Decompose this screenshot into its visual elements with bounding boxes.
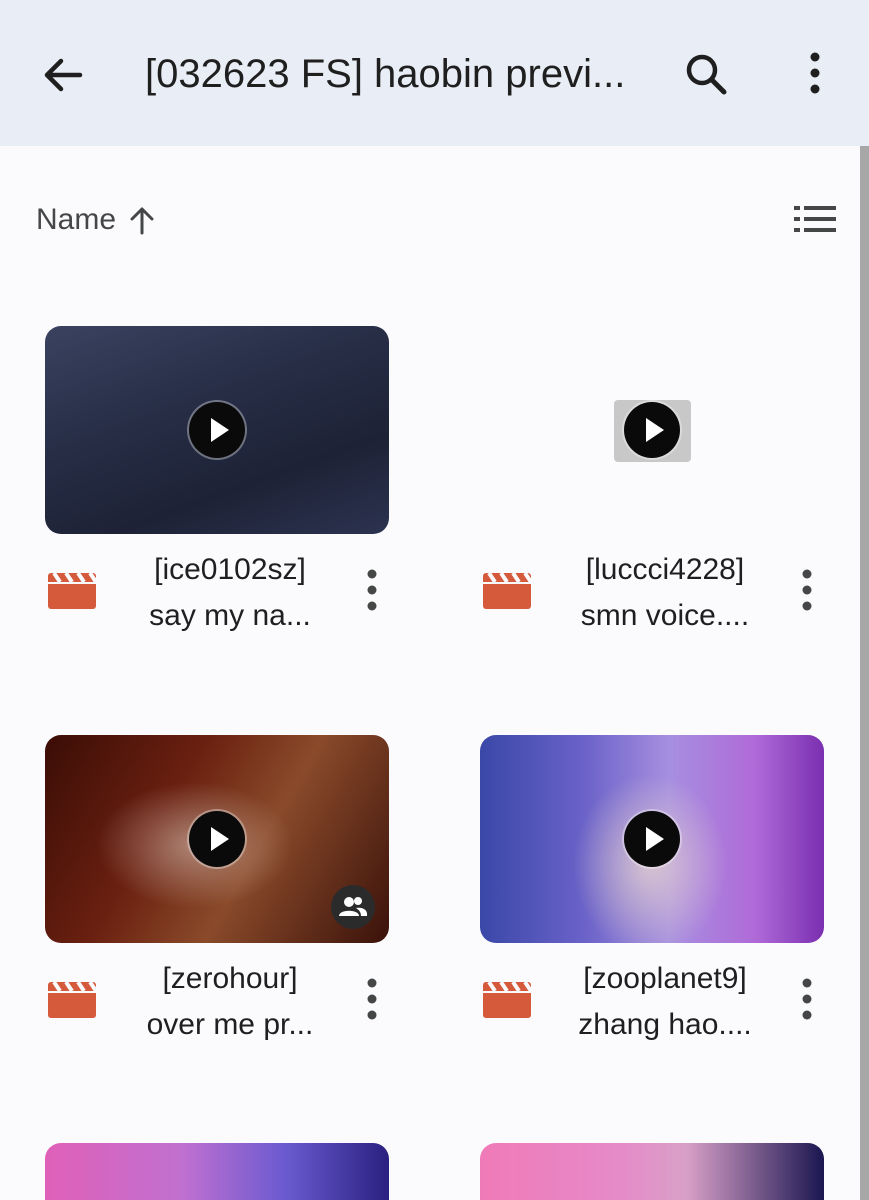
- file-more-button[interactable]: [355, 566, 389, 616]
- shared-badge: [331, 885, 375, 929]
- video-thumbnail[interactable]: [480, 326, 824, 534]
- video-thumbnail[interactable]: [45, 735, 389, 943]
- video-thumbnail[interactable]: [45, 1143, 389, 1200]
- more-options-button[interactable]: [790, 48, 840, 102]
- file-name-line2: zhang hao....: [578, 1008, 752, 1041]
- folder-title: [032623 FS] haobin previ...: [145, 52, 626, 96]
- file-more-button[interactable]: [790, 975, 824, 1025]
- search-button[interactable]: [680, 48, 734, 102]
- sort-label: Name: [36, 203, 117, 236]
- people-icon: [339, 897, 368, 916]
- video-file-icon: [483, 573, 531, 609]
- more-vert-icon: [367, 978, 377, 1020]
- video-thumbnail[interactable]: [480, 1143, 824, 1200]
- file-more-button[interactable]: [355, 975, 389, 1025]
- back-button[interactable]: [36, 48, 90, 102]
- video-file-icon: [483, 982, 531, 1018]
- arrow-up-icon: [130, 207, 154, 235]
- file-name-line1: [luccci4228]: [585, 553, 745, 586]
- video-thumbnail[interactable]: [45, 326, 389, 534]
- more-vert-icon: [802, 569, 812, 611]
- more-vert-icon: [802, 978, 812, 1020]
- list-view-icon: [794, 206, 836, 232]
- more-vert-icon: [810, 52, 820, 94]
- list-view-button[interactable]: [792, 203, 838, 235]
- video-file-icon: [48, 982, 96, 1018]
- file-more-button[interactable]: [790, 566, 824, 616]
- sort-control[interactable]: Name: [36, 198, 156, 242]
- file-name-line2: smn voice....: [580, 599, 750, 632]
- scrollbar[interactable]: [860, 146, 869, 1200]
- file-name-line1: [zooplanet9]: [583, 962, 747, 995]
- play-icon: [624, 402, 680, 458]
- file-name-line2: over me pr...: [146, 1008, 314, 1041]
- play-icon: [189, 402, 245, 458]
- file-name-line1: [ice0102sz]: [154, 553, 306, 586]
- video-thumbnail[interactable]: [480, 735, 824, 943]
- more-vert-icon: [367, 569, 377, 611]
- search-icon: [686, 54, 727, 95]
- file-name-line2: say my na...: [149, 599, 311, 632]
- play-icon: [189, 811, 245, 867]
- video-file-icon: [48, 573, 96, 609]
- play-icon: [624, 811, 680, 867]
- arrow-left-icon: [44, 58, 83, 92]
- top-app-bar: [032623 FS] haobin previ...: [0, 0, 869, 146]
- file-name-line1: [zerohour]: [162, 962, 298, 995]
